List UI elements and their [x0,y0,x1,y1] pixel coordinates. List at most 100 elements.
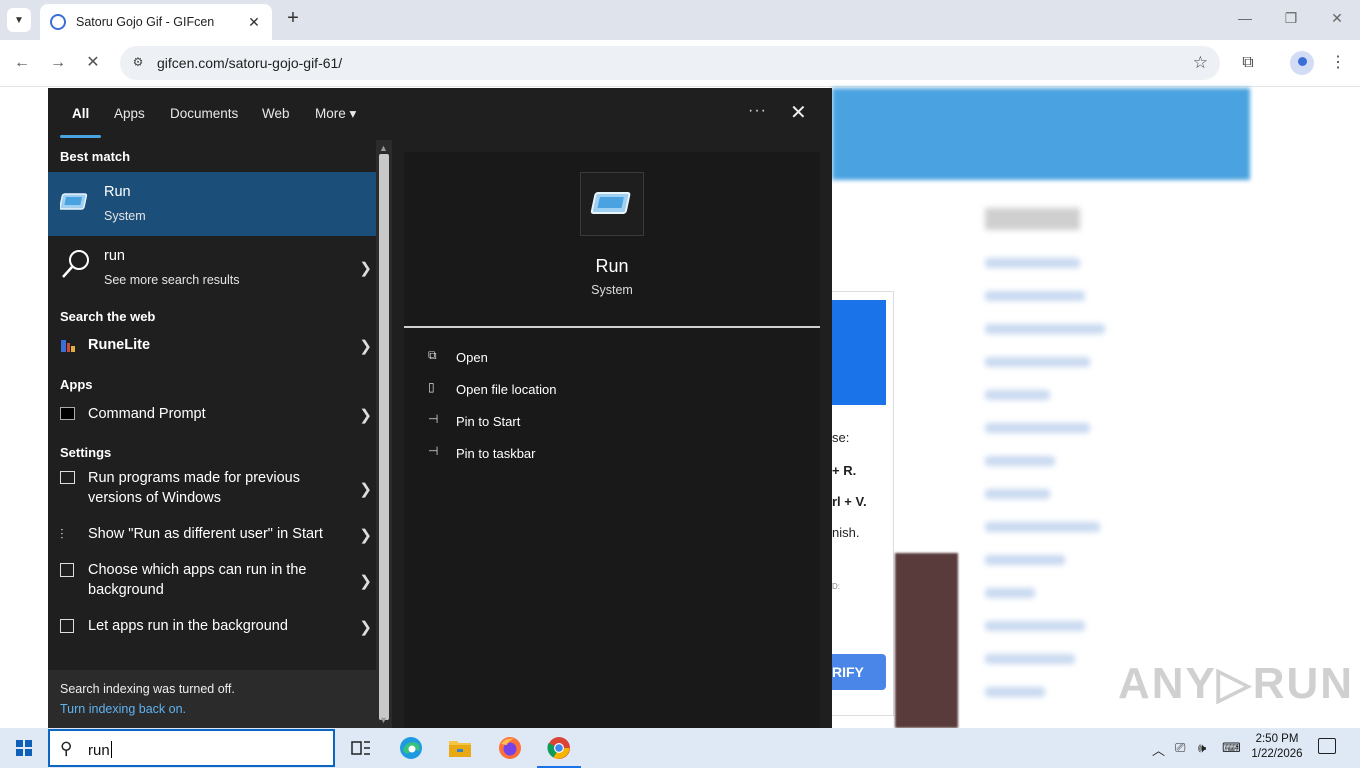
search-icon: ⚲ [60,739,73,758]
profile-avatar-icon[interactable] [1290,51,1314,75]
verify-button[interactable]: RIFY [832,654,886,690]
close-search-button[interactable]: ✕ [790,100,807,125]
section-settings: Settings [60,445,112,460]
stop-loading-button[interactable]: ✕ [82,52,104,74]
indexing-notice: Search indexing was turned off. Turn ind… [48,670,376,728]
forward-button[interactable]: → [47,52,69,74]
captcha-text: se: [832,430,850,445]
detail-app-type: System [591,283,633,297]
site-favicon-icon [50,14,66,30]
result-setting-run-as-user[interactable]: ⫶ Show "Run as different user" in Start … [48,520,376,552]
captcha-text: + R. [832,463,857,478]
command-prompt-icon [60,407,75,420]
tab-title: Satoru Gojo Gif - GIFcen [76,15,215,29]
volume-icon[interactable]: 🕪 [1198,740,1206,756]
browser-tab-active[interactable]: Satoru Gojo Gif - GIFcen ✕ [40,4,272,40]
action-pin-to-taskbar[interactable]: ⊣ Pin to taskbar [426,442,726,466]
search-filter-tabs: All Apps Documents Web More ▾ ··· ✕ [48,88,832,140]
minimize-button[interactable]: — [1235,10,1255,26]
captcha-text: nish. [832,525,860,540]
run-app-large-icon [580,172,644,236]
site-info-icon[interactable]: ⚙ [130,55,146,71]
chevron-right-icon[interactable]: ❯ [359,259,372,277]
scrollbar-thumb[interactable] [379,154,389,720]
new-tab-button[interactable]: + [282,8,304,30]
edge-browser-icon[interactable] [397,734,425,762]
back-button[interactable]: ← [11,52,33,74]
action-open-file-location[interactable]: ▯ Open file location [426,378,726,402]
result-title: Command Prompt [88,406,206,422]
browser-menu-icon[interactable]: ⋮ [1327,52,1349,74]
result-runelite[interactable]: RuneLite ❯ [48,328,376,364]
chevron-right-icon[interactable]: ❯ [359,618,372,636]
captcha-dialog: se: + R. rl + V. nish. D: RIFY [832,291,894,716]
file-explorer-icon[interactable] [446,734,474,762]
chevron-right-icon[interactable]: ❯ [359,572,372,590]
background-apps-icon [60,563,74,577]
result-setting-compatibility[interactable]: Run programs made for previous versions … [48,464,376,512]
action-pin-to-start[interactable]: ⊣ Pin to Start [426,410,726,434]
tab-apps[interactable]: Apps [114,106,145,121]
task-view-icon[interactable] [347,734,375,762]
chrome-icon[interactable] [537,734,581,768]
restore-button[interactable]: ❐ [1281,10,1301,27]
url-text[interactable]: gifcen.com/satoru-gojo-gif-61/ [157,55,342,71]
system-clock[interactable]: 2:50 PM 1/22/2026 [1247,732,1307,762]
result-title: RuneLite [88,337,151,353]
result-title: Let apps run in the background [88,618,288,634]
search-icon [60,248,92,280]
results-scrollbar[interactable]: ▲ ▼ [376,140,392,728]
open-icon: ⧉ [428,348,437,362]
result-setting-background-apps[interactable]: Choose which apps can run in the backgro… [48,556,376,604]
section-search-web: Search the web [60,309,156,324]
chevron-right-icon[interactable]: ❯ [359,337,372,355]
tab-documents[interactable]: Documents [170,106,238,121]
show-hidden-icons-chevron-icon[interactable]: ︿ [1152,740,1165,759]
captcha-text: D: [832,582,840,591]
windows-search-panel: All Apps Documents Web More ▾ ··· ✕ Best… [48,88,832,728]
scroll-down-arrow-icon[interactable]: ▼ [379,715,388,725]
search-results-list: Best match Run System run See more searc… [48,140,376,670]
result-command-prompt[interactable]: Command Prompt ❯ [48,396,376,432]
chevron-right-icon[interactable]: ❯ [359,526,372,544]
tab-close-icon[interactable]: ✕ [246,14,262,31]
result-title: Show "Run as different user" in Start [88,526,323,542]
detail-app-name: Run [595,256,629,276]
result-setting-let-apps-run[interactable]: Let apps run in the background ❯ [48,612,376,644]
network-icon[interactable]: ⎚ [1175,740,1185,756]
result-web-query[interactable]: run See more search results ❯ [48,236,376,296]
result-run-best-match[interactable]: Run System [48,172,376,236]
firefox-icon[interactable] [496,734,524,762]
action-open[interactable]: ⧉ Open [426,346,726,370]
action-label: Pin to Start [456,414,521,429]
tab-search-button[interactable]: ▼ [7,8,31,32]
window-close-button[interactable]: ✕ [1327,10,1347,27]
scroll-up-arrow-icon[interactable]: ▲ [379,143,388,153]
taskbar-search-box[interactable]: ⚲ run [48,729,335,767]
address-bar[interactable]: ⚙ gifcen.com/satoru-gojo-gif-61/ ☆ [120,46,1220,80]
tab-more[interactable]: More ▾ [315,106,356,122]
captcha-header [832,300,886,405]
turn-indexing-on-link[interactable]: Turn indexing back on. [60,702,186,716]
captcha-text: rl + V. [832,494,867,509]
site-header-banner [832,88,1250,180]
extensions-icon[interactable]: ⧉ [1237,52,1259,74]
browser-toolbar: ← → ✕ ⚙ gifcen.com/satoru-gojo-gif-61/ ☆… [0,40,1360,87]
action-label: Pin to taskbar [456,446,536,461]
bookmark-star-icon[interactable]: ☆ [1193,53,1208,73]
result-detail-pane: Run System ⧉ Open ▯ Open file location ⊣… [404,152,820,728]
result-title-line1: Run programs made for previous [88,470,300,486]
result-title-line2: background [88,582,164,598]
notification-center-icon[interactable] [1318,738,1336,754]
result-subtitle: See more search results [104,273,240,287]
section-best-match: Best match [60,149,131,164]
chevron-right-icon[interactable]: ❯ [359,480,372,498]
input-indicator-icon[interactable]: ⌨ [1222,740,1241,756]
tab-all[interactable]: All [72,106,89,121]
tab-web[interactable]: Web [262,106,290,121]
browser-tab-strip: ▼ Satoru Gojo Gif - GIFcen ✕ + — ❐ ✕ [0,0,1360,40]
more-options-icon[interactable]: ··· [748,102,767,120]
taskbar-search-input[interactable]: run [88,741,112,759]
chevron-right-icon[interactable]: ❯ [359,406,372,424]
start-button[interactable] [16,740,32,756]
